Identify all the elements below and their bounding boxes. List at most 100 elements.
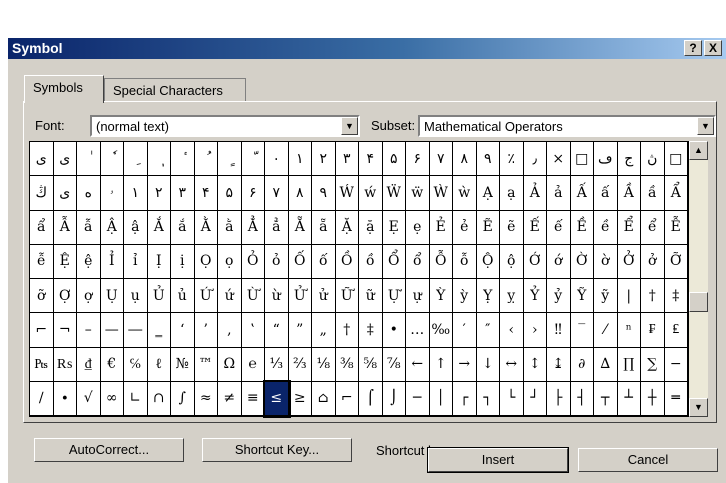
symbol-cell[interactable]: ‗ [147,313,171,348]
symbol-cell[interactable]: ۲ [147,176,171,211]
autocorrect-button[interactable]: AutoCorrect... [34,438,184,462]
symbol-cell[interactable]: ể [641,210,665,245]
symbol-cell[interactable]: Ẫ [53,210,77,245]
symbol-cell[interactable]: ứ [218,279,242,314]
symbol-cell[interactable]: ‡ [359,313,383,348]
symbol-cell[interactable]: Ấ [570,176,594,211]
symbol-cell[interactable]: ’ [194,313,218,348]
symbol-cell[interactable]: Ở [617,244,641,279]
symbol-cell[interactable]: Ệ [53,244,77,279]
symbol-cell[interactable]: € [100,347,124,382]
symbol-cell[interactable]: ẻ [453,210,477,245]
symbol-cell[interactable]: → [453,347,477,382]
symbol-cell[interactable]: ≥ [288,381,312,416]
symbol-cell[interactable]: ẽ [500,210,524,245]
symbol-cell[interactable]: Ộ [476,244,500,279]
symbol-cell[interactable]: ấ [594,176,618,211]
symbol-cell[interactable]: ― [124,313,148,348]
symbol-cell[interactable]: ّ [241,142,265,177]
symbol-cell[interactable]: ‰ [429,313,453,348]
symbol-cell[interactable]: ۸ [453,142,477,177]
symbol-cell[interactable]: ‚ [218,313,242,348]
symbol-cell[interactable]: ỵ [500,279,524,314]
cancel-button[interactable]: Cancel [578,448,718,472]
symbol-cell[interactable]: ← [406,347,430,382]
symbol-cell[interactable]: ۱ [124,176,148,211]
symbol-cell[interactable]: ⅛ [312,347,336,382]
symbol-cell[interactable]: ậ [124,210,148,245]
symbol-cell[interactable]: ڡ [594,142,618,177]
symbol-cell[interactable]: Ổ [382,244,406,279]
symbol-cell[interactable]: ở [641,244,665,279]
symbol-cell[interactable]: Ợ [53,279,77,314]
symbol-cell[interactable]: ⅔ [288,347,312,382]
symbol-cell[interactable]: Ω [218,347,242,382]
symbol-cell[interactable]: ẁ [453,176,477,211]
symbol-cell[interactable]: ị [171,244,195,279]
symbol-cell[interactable]: — [100,313,124,348]
symbol-cell[interactable]: Ẹ [382,210,406,245]
symbol-cell[interactable]: Ẅ [382,176,406,211]
symbol-cell[interactable]: ی [53,176,77,211]
symbol-cell[interactable]: Ẁ [429,176,453,211]
symbol-cell[interactable]: Ị [147,244,171,279]
symbol-cell[interactable]: ử [312,279,336,314]
symbol-cell[interactable]: □ [570,142,594,177]
symbol-cell[interactable]: ِ [124,142,148,177]
symbol-cell[interactable]: ⌐ [335,381,359,416]
symbol-cell[interactable]: ẹ [406,210,430,245]
symbol-cell[interactable]: ℮ [241,347,265,382]
symbol-cell[interactable]: ∑ [641,347,665,382]
symbol-cell[interactable]: ỳ [453,279,477,314]
symbol-cell[interactable]: Ờ [570,244,594,279]
symbol-cell[interactable]: ⌂ [312,381,336,416]
symbol-cell[interactable]: ớ [547,244,571,279]
symbol-cell[interactable]: ℅ [124,347,148,382]
symbol-cell[interactable]: ủ [171,279,195,314]
symbol-cell[interactable]: ≈ [194,381,218,416]
symbol-cell[interactable]: ℓ [147,347,171,382]
symbol-cell[interactable]: ۹ [312,176,336,211]
symbol-cell[interactable]: ễ [30,244,54,279]
symbol-cell[interactable]: Ử [288,279,312,314]
symbol-cell[interactable]: Ỉ [100,244,124,279]
symbol-cell[interactable]: ₣ [641,313,665,348]
symbol-cell[interactable]: ‹ [500,313,524,348]
symbol-cell[interactable]: ڽ [641,142,665,177]
symbol-cell[interactable]: Ọ [194,244,218,279]
symbol-cell[interactable]: ‾ [570,313,594,348]
symbol-cell[interactable]: Ụ [100,279,124,314]
symbol-cell[interactable]: ۶ [406,142,430,177]
symbol-cell[interactable]: ™ [194,347,218,382]
symbol-cell[interactable]: ↓ [476,347,500,382]
symbol-cell[interactable]: Ứ [194,279,218,314]
symbol-cell[interactable]: ồ [359,244,383,279]
symbol-cell[interactable]: ằ [218,210,242,245]
symbol-cell[interactable]: ⅓ [265,347,289,382]
symbol-cell[interactable]: Ế [523,210,547,245]
symbol-cell[interactable]: ی [30,142,54,177]
symbol-cell[interactable]: Ẵ [288,210,312,245]
symbol-cell[interactable]: ۹ [476,142,500,177]
symbol-cell[interactable]: ٰ [77,142,101,177]
symbol-cell[interactable]: Ớ [523,244,547,279]
symbol-cell[interactable]: Ừ [241,279,265,314]
symbol-cell[interactable]: ụ [124,279,148,314]
symbol-cell[interactable]: – [77,313,101,348]
symbol-cell[interactable]: … [406,313,430,348]
symbol-cell[interactable]: Ỷ [523,279,547,314]
symbol-cell[interactable]: ẃ [359,176,383,211]
symbol-cell[interactable]: ữ [359,279,383,314]
symbol-cell[interactable]: › [523,313,547,348]
symbol-cell[interactable]: ẩ [30,210,54,245]
grid-scrollbar[interactable]: ▲ ▼ [689,141,708,417]
symbol-cell[interactable]: Ẩ [664,176,688,211]
symbol-cell[interactable]: Ự [382,279,406,314]
symbol-cell[interactable]: ە [77,176,101,211]
scroll-thumb[interactable] [689,292,708,312]
symbol-cell[interactable]: ỹ [594,279,618,314]
symbol-cell[interactable]: ی [53,142,77,177]
font-select[interactable]: (normal text) ▼ [90,115,360,137]
symbol-cell[interactable]: Ạ [476,176,500,211]
close-button[interactable]: X [704,40,722,56]
